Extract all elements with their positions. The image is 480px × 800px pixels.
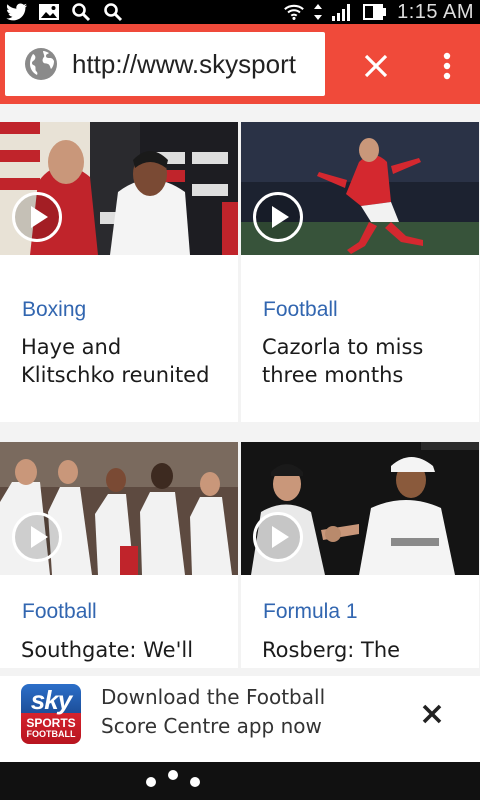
- app-icon-line2: FOOTBALL: [26, 729, 76, 739]
- notification-icons: [6, 0, 124, 24]
- app-download-banner[interactable]: sky SPORTS FOOTBALL Download the Footbal…: [0, 676, 480, 762]
- play-button[interactable]: [12, 192, 62, 242]
- play-button[interactable]: [12, 512, 62, 562]
- article-card[interactable]: Football Cazorla to miss three months: [241, 122, 479, 422]
- article-headline[interactable]: Rosberg: The: [262, 636, 462, 664]
- close-icon[interactable]: [356, 46, 396, 86]
- article-thumbnail: [241, 122, 479, 255]
- article-category: Football: [263, 298, 338, 321]
- sky-sports-app-icon: sky SPORTS FOOTBALL: [21, 684, 81, 744]
- article-headline[interactable]: Cazorla to miss three months: [262, 333, 462, 389]
- globe-icon: [25, 48, 57, 80]
- article-category: Boxing: [22, 298, 87, 321]
- article-card[interactable]: Boxing Haye and Klitschko reunited: [0, 122, 238, 422]
- close-icon[interactable]: [418, 700, 446, 728]
- article-grid: Boxing Haye and Klitschko reunited Footb…: [0, 104, 480, 760]
- system-icons: 1:15 AM: [283, 0, 474, 24]
- status-bar: 1:15 AM: [0, 0, 480, 24]
- banner-text: Download the Football Score Centre app n…: [101, 685, 326, 738]
- play-button[interactable]: [253, 512, 303, 562]
- more-vert-icon[interactable]: [432, 44, 462, 88]
- url-text: http://www.skysport: [72, 48, 296, 79]
- more-dots-icon[interactable]: [144, 766, 204, 792]
- signal-icon: [331, 2, 353, 22]
- search-icon: [102, 2, 124, 22]
- system-nav-bar: [0, 762, 480, 800]
- gallery-icon: [38, 2, 60, 22]
- article-headline[interactable]: Haye and Klitschko reunited: [21, 333, 221, 389]
- battery-icon: [361, 2, 389, 22]
- article-card[interactable]: Football Southgate: We'll: [0, 442, 238, 668]
- status-time: 1:15 AM: [397, 0, 474, 23]
- play-button[interactable]: [253, 192, 303, 242]
- app-icon-brand: sky: [30, 685, 72, 715]
- article-thumbnail: [241, 442, 479, 575]
- article-headline[interactable]: Southgate: We'll: [21, 636, 238, 664]
- data-arrows-icon: [313, 2, 323, 22]
- browser-toolbar: http://www.skysport: [0, 24, 480, 128]
- article-thumbnail: [0, 442, 238, 575]
- search-icon: [70, 2, 92, 22]
- article-thumbnail: [0, 122, 238, 255]
- article-category: Formula 1: [263, 600, 358, 623]
- article-card[interactable]: Formula 1 Rosberg: The: [241, 442, 479, 668]
- wifi-icon: [283, 2, 305, 22]
- app-icon-line1: SPORTS: [26, 716, 76, 730]
- address-bar[interactable]: http://www.skysport: [5, 32, 325, 96]
- twitter-icon: [6, 2, 28, 22]
- article-category: Football: [22, 600, 97, 623]
